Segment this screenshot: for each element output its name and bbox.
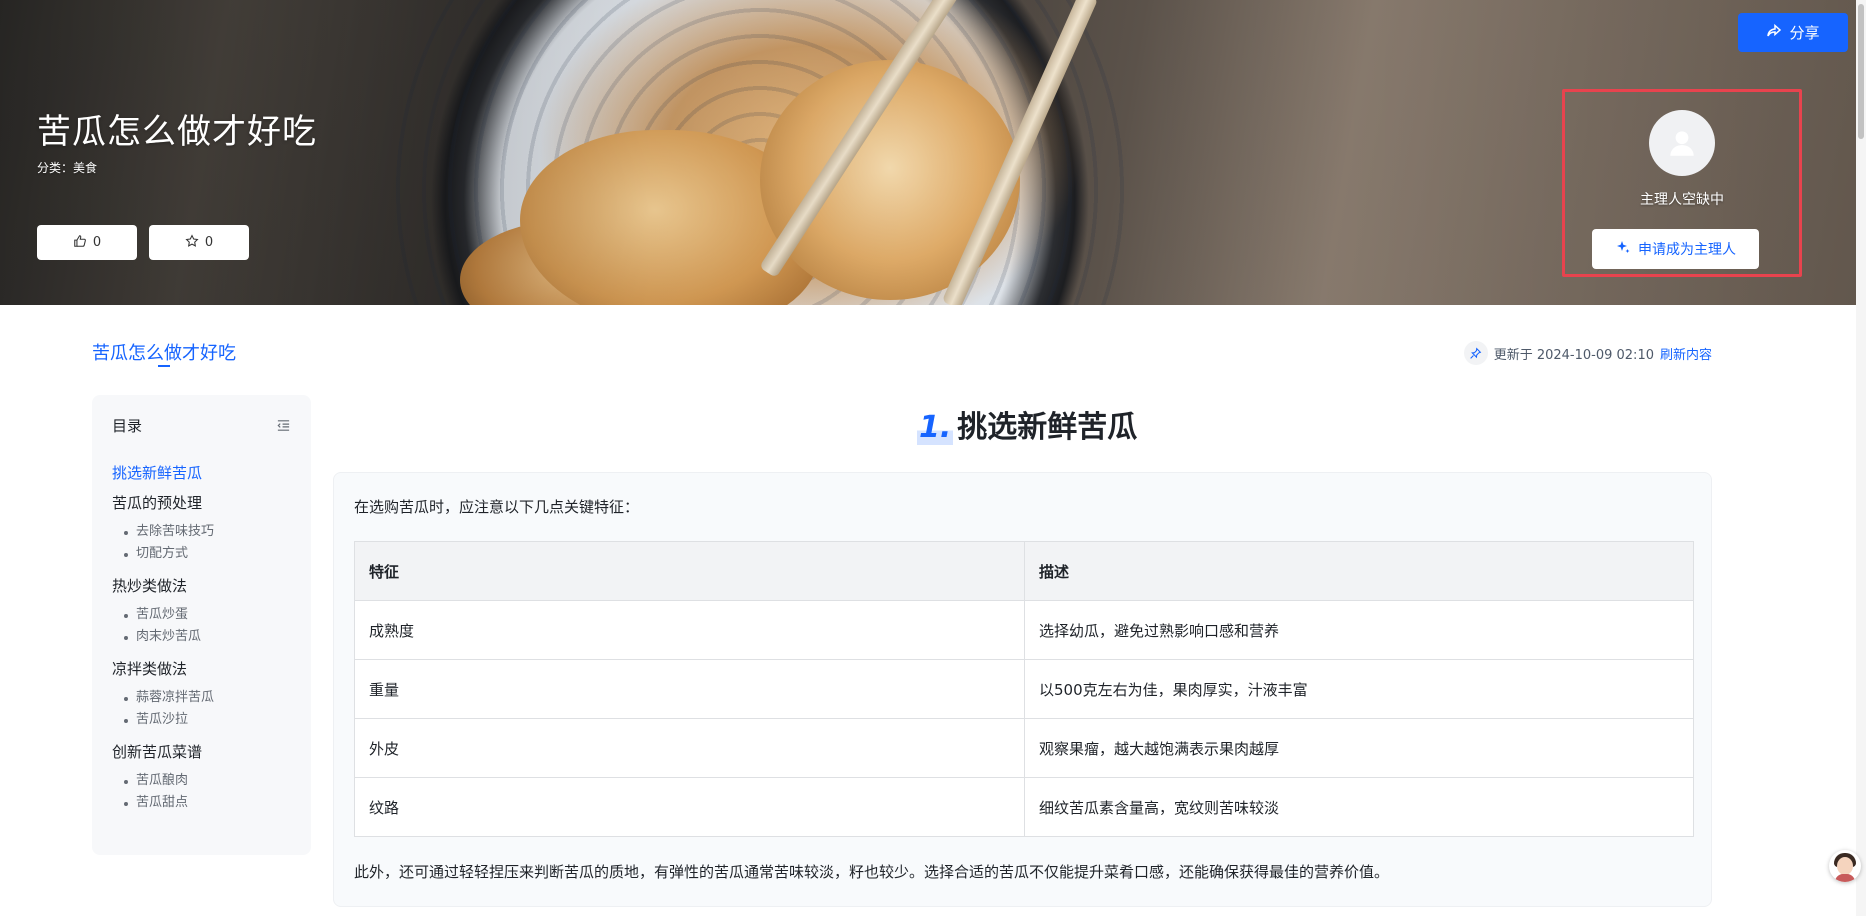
toc-subitem-label: 肉末炒苦瓜 <box>136 629 202 644</box>
like-button[interactable]: 0 <box>37 225 137 260</box>
collapse-menu-icon[interactable] <box>276 418 291 433</box>
section-number: 1. <box>917 410 954 445</box>
section-title: 挑选新鲜苦瓜 <box>957 410 1138 445</box>
host-status: 主理人空缺中 <box>1640 192 1724 208</box>
updated-time: 更新于 2024-10-09 02:10 <box>1493 347 1654 363</box>
toc-item[interactable]: 热炒类做法 <box>112 571 291 601</box>
apply-host-label: 申请成为主理人 <box>1638 242 1736 258</box>
toc-subitem[interactable]: 苦瓜酿肉 <box>112 770 291 792</box>
table-cell: 重量 <box>354 659 1025 719</box>
table-cell: 外皮 <box>354 718 1025 778</box>
table-cell: 纹路 <box>354 777 1025 837</box>
like-count: 0 <box>92 235 102 250</box>
table-row: 重量 以500克左右为佳，果肉厚实，汁液丰富 <box>354 659 1694 719</box>
table-cell: 成熟度 <box>354 600 1025 660</box>
pin-icon <box>1463 341 1488 365</box>
toc-list: 挑选新鲜苦瓜 苦瓜的预处理 去除苦味技巧 切配方式 热炒类做法 苦瓜炒蛋 肉末炒… <box>112 458 291 814</box>
page-scrollbar[interactable] <box>1856 0 1866 916</box>
table-header-cell: 描述 <box>1024 541 1694 601</box>
scrollbar-thumb[interactable] <box>1858 4 1864 139</box>
toc-subitem[interactable]: 苦瓜炒蛋 <box>112 604 291 626</box>
category-label: 分类：美食 <box>37 161 98 175</box>
toc-subitem-label: 切配方式 <box>136 546 189 561</box>
table-row: 外皮 观察果瘤，越大越饱满表示果肉越厚 <box>354 718 1694 778</box>
update-info: 更新于 2024-10-09 02:10 刷新内容 <box>1463 341 1712 365</box>
feature-table: 特征 描述 成熟度 选择幼瓜，避免过熟影响口感和营养 重量 以500克左右为佳，… <box>354 541 1694 837</box>
toc-item[interactable]: 挑选新鲜苦瓜 <box>112 458 291 488</box>
toc-subitem-label: 苦瓜甜点 <box>136 795 189 810</box>
user-avatar-icon <box>1649 110 1715 176</box>
toc-subitem-label: 苦瓜沙拉 <box>136 712 189 727</box>
apply-host-button[interactable]: 申请成为主理人 <box>1592 229 1759 269</box>
star-icon <box>185 233 199 252</box>
table-cell: 观察果瘤，越大越饱满表示果肉越厚 <box>1024 718 1694 778</box>
toc-subitem[interactable]: 切配方式 <box>112 543 291 565</box>
table-cell: 选择幼瓜，避免过熟影响口感和营养 <box>1024 600 1694 660</box>
share-label: 分享 <box>1789 24 1820 42</box>
section-heading: 1. 挑选新鲜苦瓜 <box>917 402 1137 446</box>
hero-banner: 苦瓜怎么做才好吃 分类：美食 0 0 分享 主理人空缺中 申请成为主理人 <box>0 0 1856 305</box>
toc-subitem[interactable]: 蒜蓉凉拌苦瓜 <box>112 687 291 709</box>
favorite-count: 0 <box>204 235 214 250</box>
table-of-contents: 目录 挑选新鲜苦瓜 苦瓜的预处理 去除苦味技巧 切配方式 热炒类做法 苦瓜炒蛋 … <box>92 395 311 855</box>
toc-item[interactable]: 苦瓜的预处理 <box>112 488 291 518</box>
page-title: 苦瓜怎么做才好吃 <box>37 112 317 152</box>
thumbs-up-icon <box>73 234 87 252</box>
toc-subitem-label: 苦瓜炒蛋 <box>136 607 189 622</box>
tab-active-indicator <box>158 365 170 367</box>
table-row: 成熟度 选择幼瓜，避免过熟影响口感和营养 <box>354 600 1694 660</box>
toc-subitem[interactable]: 去除苦味技巧 <box>112 521 291 543</box>
toc-subitem-label: 苦瓜酿肉 <box>136 773 189 788</box>
table-header-row: 特征 描述 <box>354 541 1694 601</box>
toc-title: 目录 <box>112 417 143 435</box>
assistant-avatar-image <box>1835 874 1855 882</box>
assistant-avatar-button[interactable] <box>1829 850 1861 882</box>
toc-subitem-label: 蒜蓉凉拌苦瓜 <box>136 690 215 705</box>
tab-article[interactable]: 苦瓜怎么做才好吃 <box>92 339 236 365</box>
refresh-content-link[interactable]: 刷新内容 <box>1660 344 1712 363</box>
section-content-card: 在选购苦瓜时，应注意以下几点关键特征： 特征 描述 成熟度 选择幼瓜，避免过熟影… <box>333 472 1712 907</box>
sparkle-icon <box>1615 239 1631 259</box>
assistant-avatar-image <box>1837 857 1853 875</box>
table-cell: 以500克左右为佳，果肉厚实，汁液丰富 <box>1024 659 1694 719</box>
share-button[interactable]: 分享 <box>1738 13 1848 52</box>
share-arrow-icon <box>1766 23 1782 43</box>
toc-item[interactable]: 凉拌类做法 <box>112 654 291 684</box>
favorite-button[interactable]: 0 <box>149 225 249 260</box>
host-panel: 主理人空缺中 申请成为主理人 <box>1562 89 1802 277</box>
toc-subitem[interactable]: 苦瓜沙拉 <box>112 709 291 731</box>
toc-subitem[interactable]: 肉末炒苦瓜 <box>112 626 291 648</box>
toc-subitem-label: 去除苦味技巧 <box>136 524 215 539</box>
table-row: 纹路 细纹苦瓜素含量高，宽纹则苦味较淡 <box>354 777 1694 837</box>
toc-item[interactable]: 创新苦瓜菜谱 <box>112 737 291 767</box>
section-outro: 此外，还可通过轻轻捏压来判断苦瓜的质地，有弹性的苦瓜通常苦味较淡，籽也较少。选择… <box>354 863 1390 881</box>
table-cell: 细纹苦瓜素含量高，宽纹则苦味较淡 <box>1024 777 1694 837</box>
table-header-cell: 特征 <box>354 541 1025 601</box>
toc-subitem[interactable]: 苦瓜甜点 <box>112 792 291 814</box>
section-intro: 在选购苦瓜时，应注意以下几点关键特征： <box>354 498 640 516</box>
